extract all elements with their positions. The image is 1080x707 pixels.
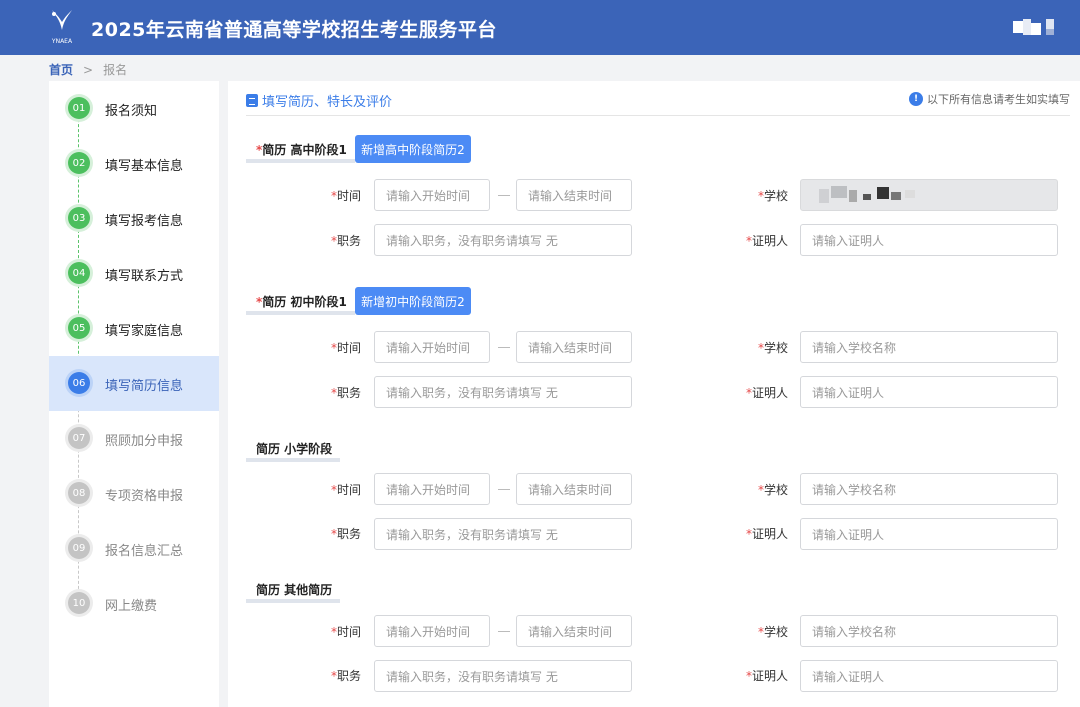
breadcrumb-current: 报名 [103, 63, 128, 77]
witness-label: *证明人 [745, 527, 788, 541]
school-label: *学校 [757, 189, 788, 203]
breadcrumb-home[interactable]: 首页 [49, 63, 73, 77]
step-item-04[interactable]: 04 填写联系方式 [49, 246, 219, 301]
step-item-06[interactable]: 06 填写简历信息 [49, 356, 219, 411]
witness-input[interactable]: 请输入证明人 [800, 518, 1058, 550]
start-time-input[interactable]: 请输入开始时间 [374, 615, 490, 647]
time-label: *时间 [330, 189, 361, 203]
group-title-junior-high: *简历 初中阶段1 [246, 293, 355, 315]
time-label: *时间 [330, 341, 361, 355]
divider [246, 115, 1070, 116]
step-item-10[interactable]: 10 网上缴费 [49, 576, 219, 631]
school-input[interactable]: 请输入学校名称 [800, 615, 1058, 647]
position-input[interactable]: 请输入职务，没有职务请填写 无 [374, 660, 632, 692]
step-sidebar: 01 报名须知 02 填写基本信息 03 填写报考信息 04 填写联系方式 05… [49, 81, 219, 707]
breadcrumb-separator: > [83, 63, 94, 77]
position-label: *职务 [330, 234, 361, 248]
group-title-other: 简历 其他简历 [246, 581, 341, 603]
document-icon [246, 94, 258, 107]
step-item-03[interactable]: 03 填写报考信息 [49, 191, 219, 246]
range-dash [498, 347, 510, 348]
end-time-input[interactable]: 请输入结束时间 [516, 331, 632, 363]
step-label: 填写报考信息 [105, 214, 184, 229]
range-dash [498, 195, 510, 196]
witness-input[interactable]: 请输入证明人 [800, 660, 1058, 692]
range-dash [498, 489, 510, 490]
step-label: 专项资格申报 [105, 489, 184, 504]
step-item-01[interactable]: 01 报名须知 [49, 81, 219, 136]
end-time-input[interactable]: 请输入结束时间 [516, 615, 632, 647]
school-input[interactable]: 请输入学校名称 [800, 331, 1058, 363]
group-title-primary: 简历 小学阶段 [246, 440, 341, 462]
group-title-high-school: *简历 高中阶段1 [246, 141, 355, 163]
position-input[interactable]: 请输入职务，没有职务请填写 无 [374, 224, 632, 256]
group-title-text: 简历 初中阶段1 [262, 295, 347, 309]
step-item-07[interactable]: 07 照顾加分申报 [49, 411, 219, 466]
step-number: 08 [68, 482, 90, 504]
step-label: 填写基本信息 [105, 159, 184, 174]
step-number: 02 [68, 152, 90, 174]
start-time-input[interactable]: 请输入开始时间 [374, 473, 490, 505]
end-time-input[interactable]: 请输入结束时间 [516, 179, 632, 211]
position-label: *职务 [330, 669, 361, 683]
section-title-text: 填写简历、特长及评价 [262, 95, 393, 110]
notice: ! 以下所有信息请考生如实填写 [909, 91, 1070, 107]
step-number: 09 [68, 537, 90, 559]
time-label: *时间 [330, 483, 361, 497]
step-item-02[interactable]: 02 填写基本信息 [49, 136, 219, 191]
step-label: 报名信息汇总 [105, 544, 184, 559]
site-title: 2025年云南省普通高等学校招生考生服务平台 [91, 19, 497, 41]
school-label: *学校 [757, 625, 788, 639]
position-input[interactable]: 请输入职务，没有职务请填写 无 [374, 518, 632, 550]
witness-input[interactable]: 请输入证明人 [800, 224, 1058, 256]
position-input[interactable]: 请输入职务，没有职务请填写 无 [374, 376, 632, 408]
step-number: 01 [68, 97, 90, 119]
range-dash [498, 631, 510, 632]
school-label: *学校 [757, 341, 788, 355]
witness-label: *证明人 [745, 234, 788, 248]
step-item-08[interactable]: 08 专项资格申报 [49, 466, 219, 521]
position-label: *职务 [330, 386, 361, 400]
school-input[interactable]: 请输入学校名称 [800, 473, 1058, 505]
time-label: *时间 [330, 625, 361, 639]
step-label: 填写简历信息 [105, 379, 184, 394]
site-logo[interactable]: YNAEA [46, 8, 78, 48]
top-header: YNAEA 2025年云南省普通高等学校招生考生服务平台 [0, 0, 1080, 55]
step-label: 填写联系方式 [105, 269, 184, 284]
step-number: 03 [68, 207, 90, 229]
logo-text: YNAEA [51, 38, 73, 45]
step-number: 04 [68, 262, 90, 284]
breadcrumb-bar: 首页 > 报名 [0, 55, 1080, 81]
user-avatar[interactable] [1013, 19, 1055, 35]
info-icon: ! [909, 92, 923, 106]
witness-label: *证明人 [745, 669, 788, 683]
school-input-disabled [800, 179, 1058, 211]
end-time-input[interactable]: 请输入结束时间 [516, 473, 632, 505]
school-label: *学校 [757, 483, 788, 497]
add-high-school-resume-button[interactable]: 新增高中阶段简历2 [355, 135, 471, 163]
position-label: *职务 [330, 527, 361, 541]
start-time-input[interactable]: 请输入开始时间 [374, 331, 490, 363]
section-title: 填写简历、特长及评价 [246, 91, 392, 110]
step-label: 照顾加分申报 [105, 434, 184, 449]
step-item-09[interactable]: 09 报名信息汇总 [49, 521, 219, 576]
resume-form-panel: 填写简历、特长及评价 ! 以下所有信息请考生如实填写 *简历 高中阶段1 新增高… [228, 81, 1080, 707]
start-time-input[interactable]: 请输入开始时间 [374, 179, 490, 211]
step-label: 报名须知 [105, 104, 158, 119]
breadcrumb: 首页 > 报名 [49, 61, 127, 78]
step-number: 10 [68, 592, 90, 614]
step-item-05[interactable]: 05 填写家庭信息 [49, 301, 219, 356]
witness-input[interactable]: 请输入证明人 [800, 376, 1058, 408]
step-label: 网上缴费 [105, 599, 158, 614]
step-number: 06 [68, 372, 90, 394]
group-title-text: 简历 高中阶段1 [262, 143, 347, 157]
add-junior-high-resume-button[interactable]: 新增初中阶段简历2 [355, 287, 471, 315]
notice-text: 以下所有信息请考生如实填写 [927, 93, 1070, 106]
step-label: 填写家庭信息 [105, 324, 184, 339]
step-number: 05 [68, 317, 90, 339]
witness-label: *证明人 [745, 386, 788, 400]
step-number: 07 [68, 427, 90, 449]
